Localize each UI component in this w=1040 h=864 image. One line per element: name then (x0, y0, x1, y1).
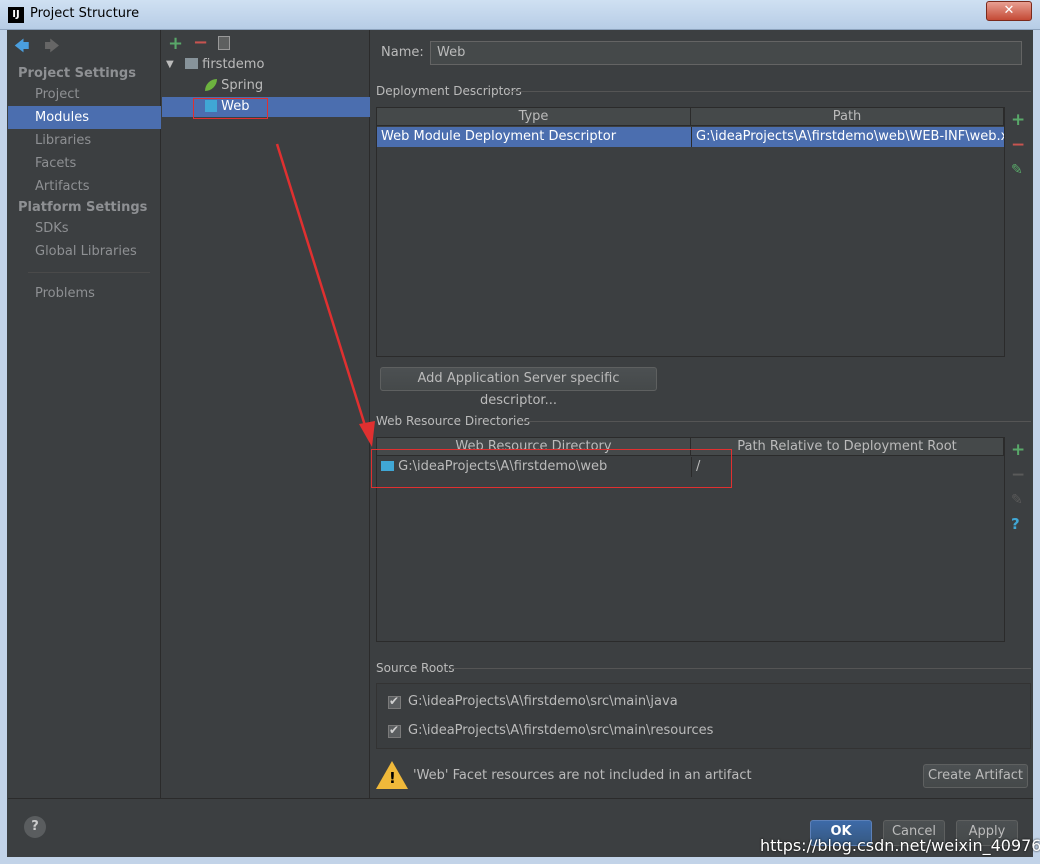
annotation-arrow (275, 143, 375, 447)
watermark-text: https://blog.csdn.net/weixin_40976261 (760, 836, 1040, 855)
